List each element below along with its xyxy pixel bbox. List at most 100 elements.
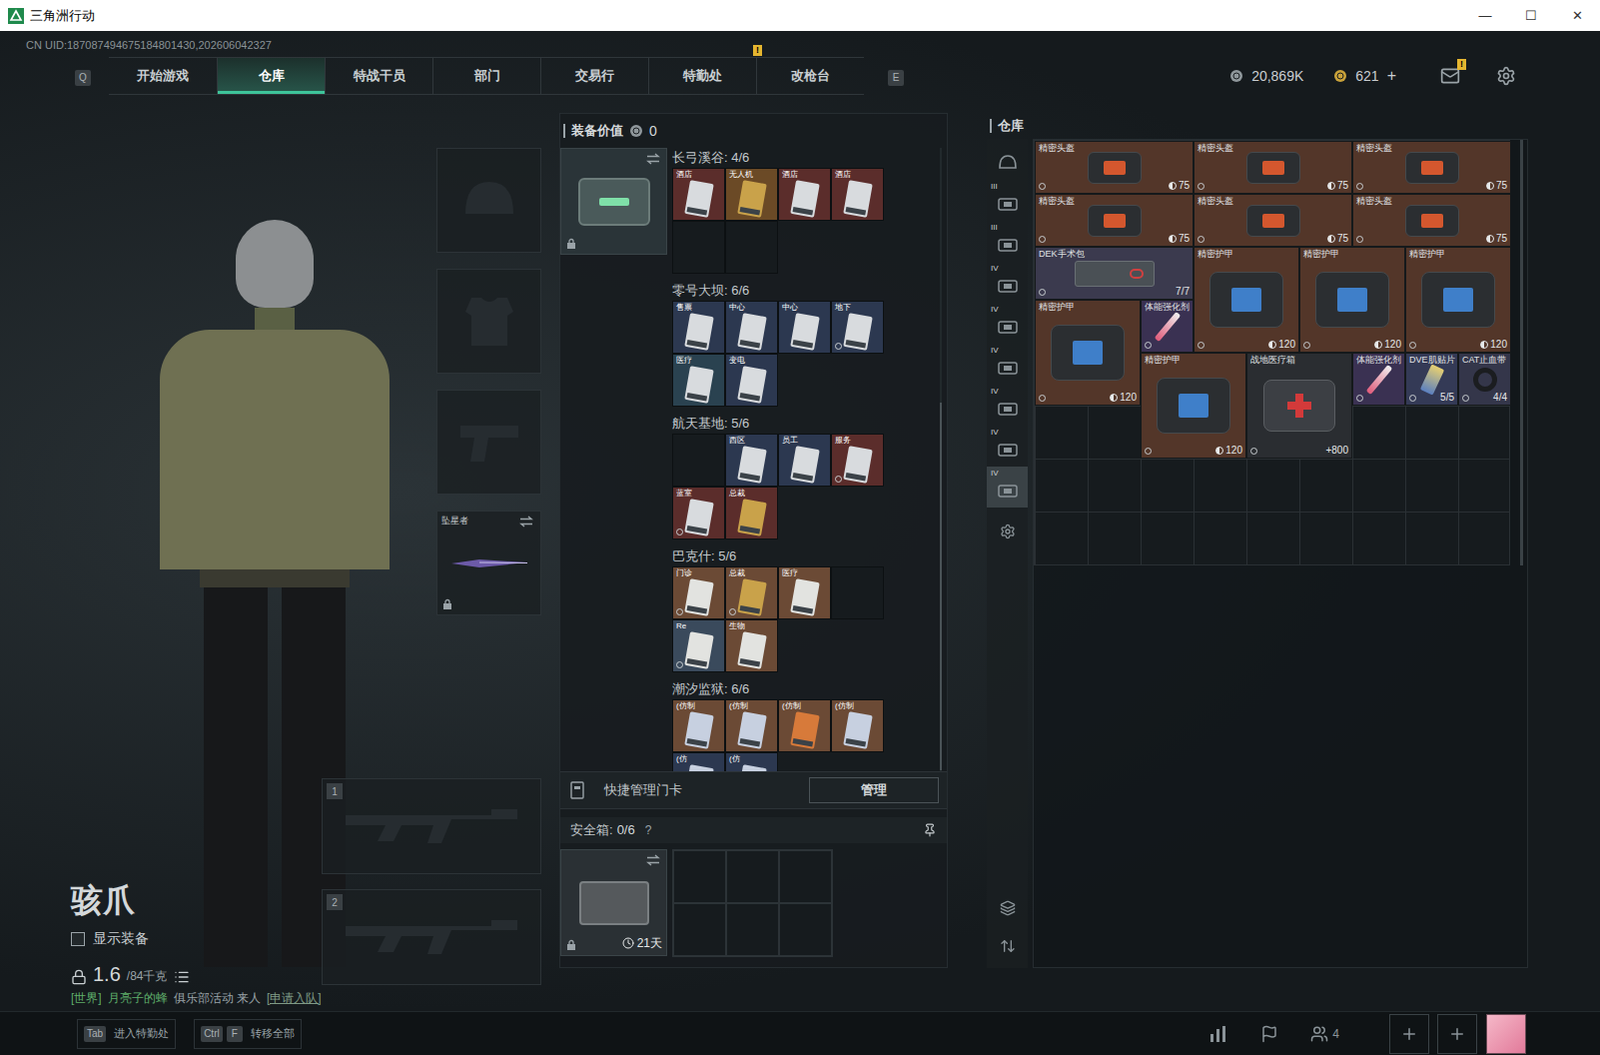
stats-icon[interactable] bbox=[1208, 1024, 1229, 1043]
warehouse-item[interactable]: DVE肌贴片5/5 bbox=[1405, 352, 1459, 406]
warehouse-item[interactable]: CAT止血带4/4 bbox=[1458, 352, 1512, 406]
weapon-slot[interactable]: 2 bbox=[321, 888, 542, 985]
keycard-case[interactable] bbox=[560, 147, 668, 255]
warehouse-scrollbar[interactable] bbox=[1520, 139, 1524, 566]
category-tab[interactable]: III bbox=[986, 179, 1028, 221]
warehouse-item[interactable]: 精密护甲120 bbox=[1140, 352, 1247, 459]
keycard[interactable]: 总裁 bbox=[725, 486, 779, 540]
keycard[interactable]: 生物 bbox=[725, 619, 779, 673]
nav-tab[interactable]: 特战干员 bbox=[324, 57, 433, 94]
list-icon[interactable] bbox=[173, 968, 190, 985]
keycard[interactable]: (仿制 bbox=[830, 699, 884, 753]
warehouse-item[interactable]: 体能强化剂 bbox=[1140, 299, 1194, 353]
window-control[interactable]: ☐ bbox=[1508, 0, 1555, 31]
keycard[interactable]: 服务 bbox=[830, 433, 884, 487]
help-button[interactable]: ? bbox=[645, 820, 653, 839]
safe-box-slot[interactable] bbox=[673, 849, 727, 903]
category-tab[interactable]: IV bbox=[986, 261, 1028, 303]
weapon-slot[interactable]: 1 bbox=[321, 778, 542, 874]
invite-slot[interactable] bbox=[1437, 1013, 1478, 1054]
warehouse-item[interactable]: 精密头盔75 bbox=[1352, 193, 1512, 247]
warehouse-item[interactable]: 精密头盔75 bbox=[1352, 140, 1512, 194]
keycard[interactable]: 酒店 bbox=[672, 167, 726, 221]
nav-tab[interactable]: 交易行 bbox=[540, 57, 649, 94]
window-control[interactable]: ✕ bbox=[1554, 0, 1600, 31]
gear-slot[interactable] bbox=[436, 147, 542, 253]
nav-tab[interactable]: 特勤处! bbox=[648, 57, 757, 94]
scrollbar[interactable] bbox=[939, 147, 942, 772]
safe-box-slot[interactable] bbox=[779, 849, 832, 903]
swap-icon[interactable] bbox=[518, 515, 535, 528]
gear-slot[interactable]: 坠星者 bbox=[436, 510, 542, 616]
nav-tab[interactable]: 改枪台 bbox=[756, 57, 864, 94]
category-tab[interactable] bbox=[986, 507, 1028, 549]
keycard-slot-empty[interactable] bbox=[725, 220, 779, 274]
keycard-slot-empty[interactable] bbox=[672, 220, 726, 274]
safe-box-slot[interactable] bbox=[673, 902, 727, 956]
manage-button[interactable]: 管理 bbox=[808, 777, 939, 803]
layers-icon[interactable] bbox=[999, 899, 1016, 916]
gear-slot[interactable] bbox=[436, 268, 542, 374]
keycard[interactable]: 地下 bbox=[830, 300, 884, 354]
keycard[interactable]: 无人机 bbox=[725, 167, 779, 221]
warehouse-item[interactable]: DEK手术包7/7 bbox=[1034, 246, 1194, 300]
keycard[interactable]: (仿制 bbox=[725, 699, 779, 753]
warehouse-item[interactable]: 精密护甲120 bbox=[1405, 246, 1512, 353]
category-tab[interactable]: IV bbox=[986, 466, 1028, 508]
keycard[interactable]: Re bbox=[672, 619, 726, 673]
window-control[interactable]: — bbox=[1462, 0, 1509, 31]
warehouse-item[interactable]: 战地医疗箱+800 bbox=[1246, 352, 1353, 459]
safe-box[interactable]: 21天 bbox=[560, 848, 668, 956]
warehouse-item[interactable]: 精密护甲120 bbox=[1299, 246, 1406, 353]
warehouse-item[interactable]: 精密头盔75 bbox=[1193, 140, 1353, 194]
keycard[interactable]: (仿制 bbox=[672, 699, 726, 753]
keycard[interactable]: 总裁 bbox=[725, 566, 779, 620]
keycard[interactable]: 中心 bbox=[725, 300, 779, 354]
keycard[interactable]: 医疗 bbox=[778, 566, 831, 620]
keycard[interactable]: 西区 bbox=[725, 433, 779, 487]
safe-box-slot[interactable] bbox=[779, 902, 832, 956]
keycard[interactable]: 蓝室 bbox=[672, 486, 726, 540]
gear-slot[interactable] bbox=[436, 389, 542, 495]
pin-icon[interactable] bbox=[922, 822, 937, 837]
keycard[interactable]: 酒店 bbox=[778, 167, 831, 221]
safe-box-slot[interactable] bbox=[726, 902, 780, 956]
swap-icon[interactable] bbox=[645, 152, 662, 165]
settings-icon[interactable] bbox=[1496, 65, 1517, 86]
keycard[interactable]: 门诊 bbox=[672, 566, 726, 620]
invite-slot[interactable] bbox=[1389, 1013, 1430, 1054]
keycard[interactable]: 酒店 bbox=[830, 167, 884, 221]
keycard[interactable]: (仿制 bbox=[778, 699, 831, 753]
warehouse-item[interactable]: 精密头盔75 bbox=[1193, 193, 1353, 247]
party-button[interactable]: 4 bbox=[1310, 1024, 1340, 1043]
category-tab[interactable] bbox=[986, 138, 1028, 180]
category-tab[interactable]: IV bbox=[986, 302, 1028, 344]
safe-box-slot[interactable] bbox=[726, 849, 780, 903]
shortcut-button[interactable]: Tab进入特勤处 bbox=[76, 1018, 176, 1049]
flag-icon[interactable] bbox=[1260, 1024, 1279, 1043]
warehouse-item[interactable]: 精密头盔75 bbox=[1034, 140, 1194, 194]
keycard[interactable]: 中心 bbox=[778, 300, 831, 354]
category-tab[interactable]: IV bbox=[986, 425, 1028, 467]
mail-button[interactable]: ! bbox=[1440, 65, 1461, 86]
add-bonds-button[interactable]: + bbox=[1387, 63, 1397, 88]
category-tab[interactable]: IV bbox=[986, 343, 1028, 385]
keycard[interactable]: 医疗 bbox=[672, 353, 726, 407]
keycard[interactable]: 售票 bbox=[672, 300, 726, 354]
keycard[interactable]: (仿 bbox=[725, 752, 779, 772]
nav-tab[interactable]: 部门 bbox=[432, 57, 541, 94]
warehouse-item[interactable]: 精密护甲120 bbox=[1034, 299, 1141, 406]
warehouse-item[interactable]: 精密头盔75 bbox=[1034, 193, 1194, 247]
show-gear-toggle[interactable]: 显示装备 bbox=[70, 927, 250, 949]
player-avatar[interactable] bbox=[1486, 1013, 1527, 1054]
keycard[interactable]: 变电 bbox=[725, 353, 779, 407]
sort-icon[interactable] bbox=[999, 937, 1016, 954]
warehouse-item[interactable]: 体能强化剂 bbox=[1352, 352, 1406, 406]
shortcut-button[interactable]: CtrlF转移全部 bbox=[193, 1018, 302, 1049]
category-tab[interactable]: IV bbox=[986, 384, 1028, 426]
nav-tab[interactable]: 开始游戏 bbox=[108, 57, 217, 94]
join-link[interactable]: [申请入队] bbox=[266, 988, 322, 1007]
keycard[interactable]: (仿 bbox=[672, 752, 726, 772]
keycard[interactable]: 员工 bbox=[778, 433, 831, 487]
swap-icon[interactable] bbox=[645, 853, 662, 866]
